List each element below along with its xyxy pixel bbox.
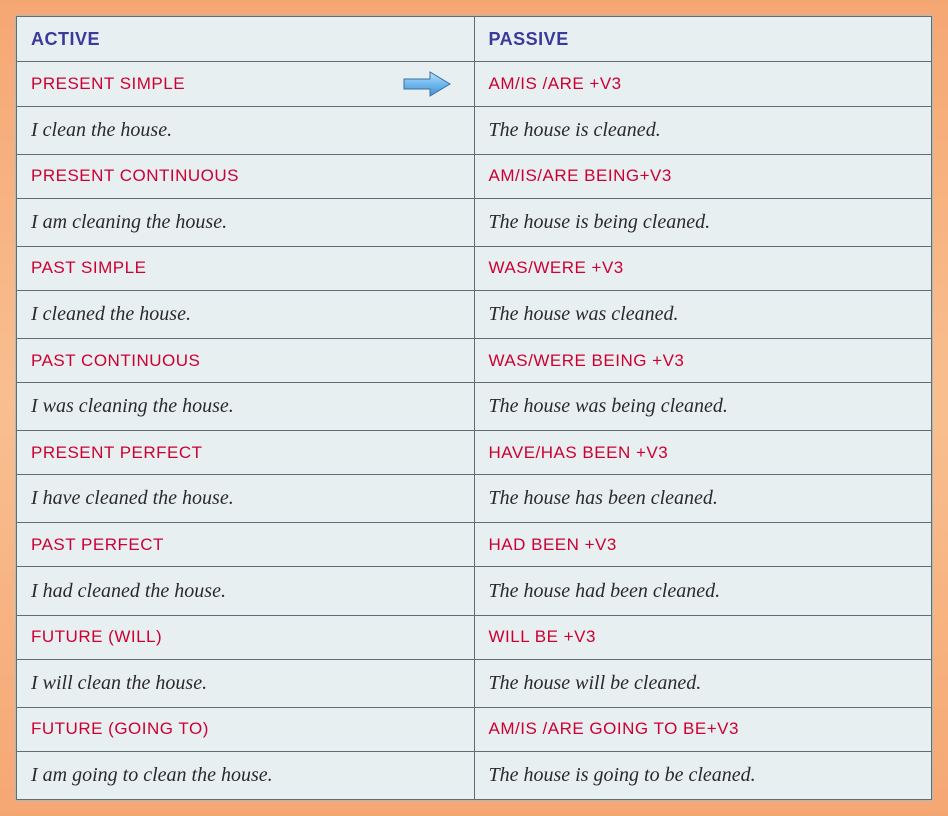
tense-row: FUTURE (WILL) WILL BE +V3 — [17, 615, 932, 659]
tense-row: PRESENT CONTINUOUS AM/IS/ARE BEING+V3 — [17, 154, 932, 198]
passive-form: WILL BE +V3 — [474, 615, 932, 659]
passive-form: WAS/WERE BEING +V3 — [474, 338, 932, 382]
grammar-table: ACTIVEPASSIVE PRESENT SIMPLE AM/IS /ARE +V… — [16, 16, 932, 800]
tense-row: PAST SIMPLE WAS/WERE +V3 — [17, 246, 932, 290]
active-example: I had cleaned the house. — [17, 567, 475, 615]
active-tense: PRESENT CONTINUOUS — [17, 154, 475, 198]
example-row: I had cleaned the house.The house had be… — [17, 567, 932, 615]
table-body: ACTIVEPASSIVE PRESENT SIMPLE AM/IS /ARE +V… — [17, 17, 932, 800]
passive-example: The house has been cleaned. — [474, 475, 932, 523]
active-tense-text: PRESENT SIMPLE — [31, 74, 185, 93]
tense-row: PRESENT SIMPLE AM/IS /ARE +V3 — [17, 62, 932, 106]
active-example: I clean the house. — [17, 106, 475, 154]
active-example: I am cleaning the house. — [17, 198, 475, 246]
active-tense-text: FUTURE (GOING TO) — [31, 719, 209, 738]
passive-form: AM/IS /ARE GOING TO BE+V3 — [474, 707, 932, 751]
example-row: I will clean the house.The house will be… — [17, 659, 932, 707]
passive-form: WAS/WERE +V3 — [474, 246, 932, 290]
passive-example: The house was cleaned. — [474, 290, 932, 338]
active-example: I was cleaning the house. — [17, 383, 475, 431]
passive-example: The house is being cleaned. — [474, 198, 932, 246]
active-tense-text: PRESENT CONTINUOUS — [31, 166, 239, 185]
active-tense: PAST PERFECT — [17, 523, 475, 567]
passive-form: HAD BEEN +V3 — [474, 523, 932, 567]
active-example: I will clean the house. — [17, 659, 475, 707]
grammar-table-card: ACTIVEPASSIVE PRESENT SIMPLE AM/IS /ARE +V… — [15, 15, 933, 801]
passive-example: The house had been cleaned. — [474, 567, 932, 615]
arrow-right-icon — [402, 70, 452, 98]
active-tense-text: PAST SIMPLE — [31, 258, 146, 277]
passive-form: AM/IS /ARE +V3 — [474, 62, 932, 106]
tense-row: FUTURE (GOING TO) AM/IS /ARE GOING TO BE+… — [17, 707, 932, 751]
header-active: ACTIVE — [17, 17, 475, 62]
tense-row: PAST PERFECT HAD BEEN +V3 — [17, 523, 932, 567]
active-tense: FUTURE (GOING TO) — [17, 707, 475, 751]
tense-row: PAST CONTINUOUS WAS/WERE BEING +V3 — [17, 338, 932, 382]
active-tense-text: FUTURE (WILL) — [31, 627, 162, 646]
table-header-row: ACTIVEPASSIVE — [17, 17, 932, 62]
passive-example: The house was being cleaned. — [474, 383, 932, 431]
example-row: I am cleaning the house.The house is bei… — [17, 198, 932, 246]
example-row: I was cleaning the house.The house was b… — [17, 383, 932, 431]
example-row: I clean the house.The house is cleaned. — [17, 106, 932, 154]
active-example: I cleaned the house. — [17, 290, 475, 338]
active-tense: PRESENT PERFECT — [17, 431, 475, 475]
header-passive: PASSIVE — [474, 17, 932, 62]
example-row: I cleaned the house.The house was cleane… — [17, 290, 932, 338]
active-tense: FUTURE (WILL) — [17, 615, 475, 659]
active-example: I am going to clean the house. — [17, 751, 475, 799]
active-tense: PAST CONTINUOUS — [17, 338, 475, 382]
active-tense-text: PAST PERFECT — [31, 535, 164, 554]
tense-row: PRESENT PERFECT HAVE/HAS BEEN +V3 — [17, 431, 932, 475]
active-tense: PRESENT SIMPLE — [17, 62, 475, 106]
passive-example: The house is cleaned. — [474, 106, 932, 154]
example-row: I have cleaned the house.The house has b… — [17, 475, 932, 523]
active-tense-text: PRESENT PERFECT — [31, 443, 203, 462]
passive-form: HAVE/HAS BEEN +V3 — [474, 431, 932, 475]
passive-form: AM/IS/ARE BEING+V3 — [474, 154, 932, 198]
active-tense: PAST SIMPLE — [17, 246, 475, 290]
passive-example: The house will be cleaned. — [474, 659, 932, 707]
passive-example: The house is going to be cleaned. — [474, 751, 932, 799]
active-example: I have cleaned the house. — [17, 475, 475, 523]
active-tense-text: PAST CONTINUOUS — [31, 351, 200, 370]
example-row: I am going to clean the house.The house … — [17, 751, 932, 799]
